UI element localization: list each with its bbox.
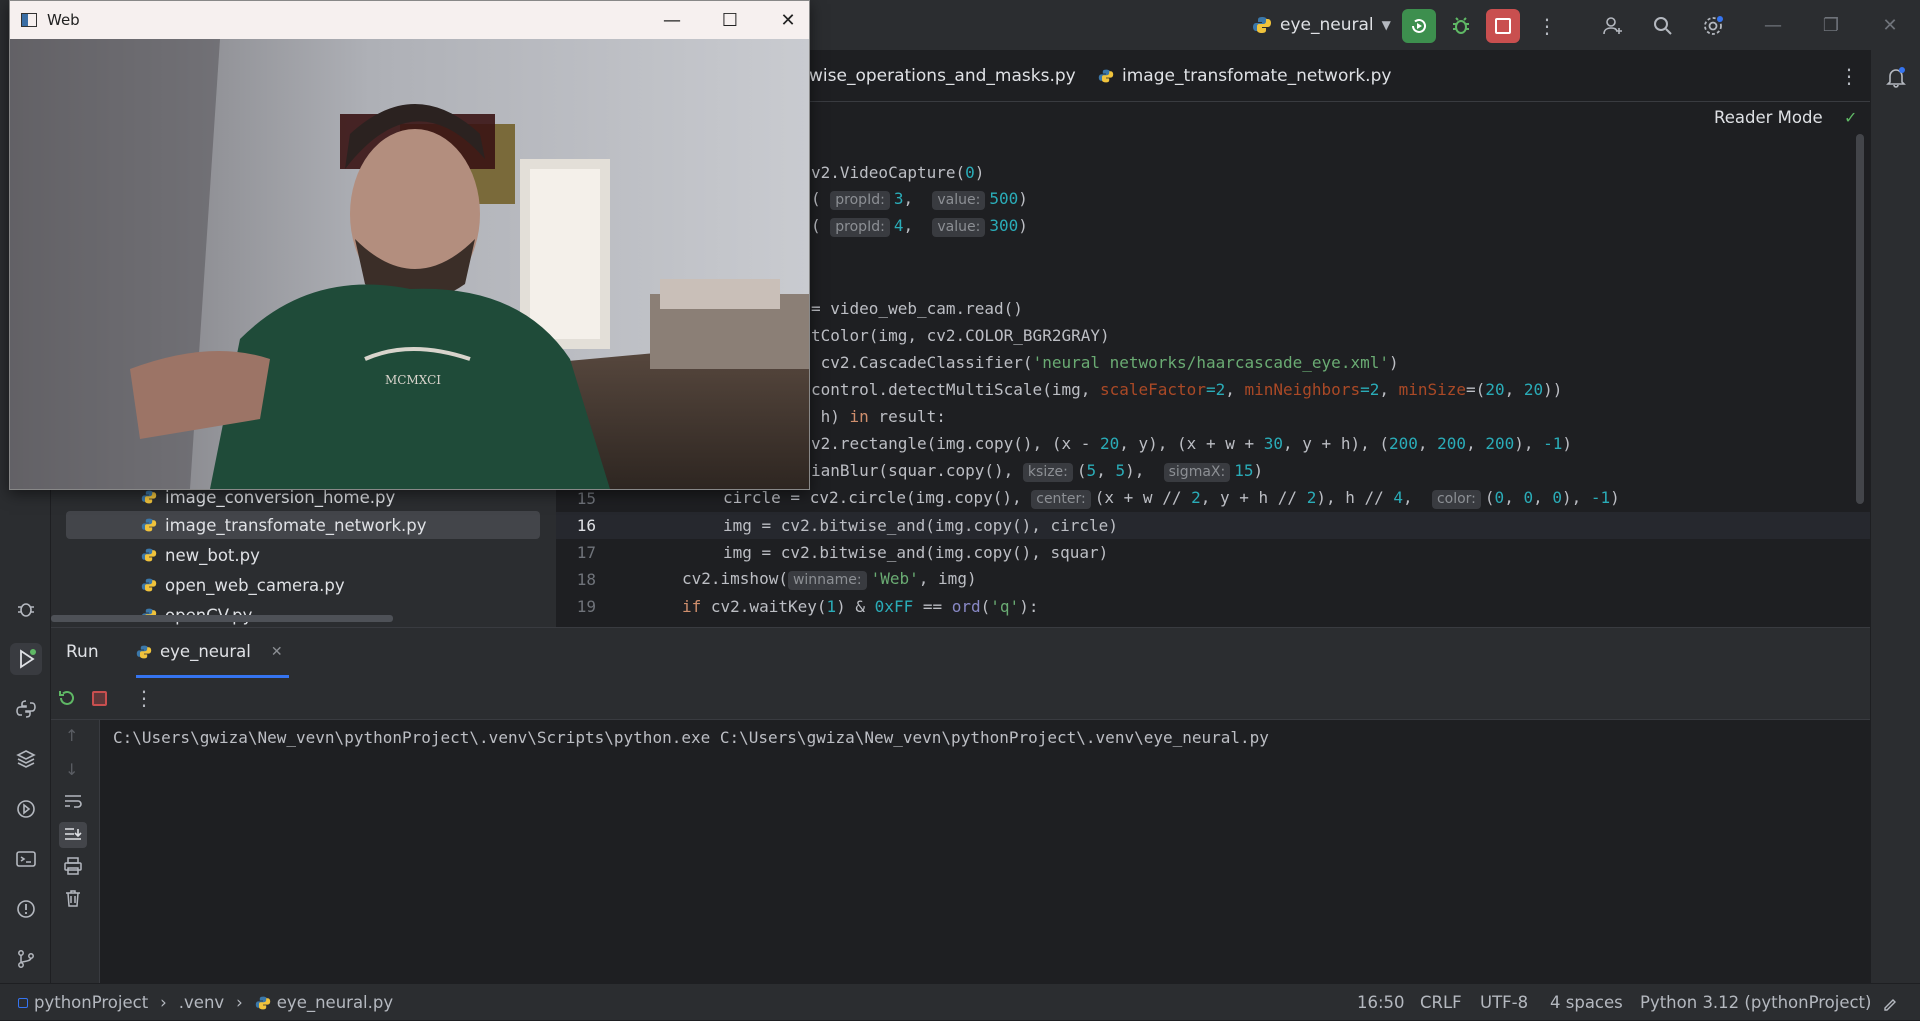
scroll-to-end-icon[interactable] (59, 822, 87, 848)
git-branch-icon[interactable] (10, 943, 42, 975)
stop-button[interactable] (1486, 9, 1520, 43)
debug-tool-icon[interactable] (10, 593, 42, 625)
tree-item-open-web-camera[interactable]: open_web_camera.py (66, 571, 540, 599)
run-panel-title: Run (66, 642, 99, 662)
chevron-right-icon: › (236, 993, 243, 1012)
check-icon: ✓ (1844, 108, 1858, 127)
tree-item-image-transfomate-network[interactable]: image_transfomate_network.py (66, 511, 540, 539)
problems-icon[interactable] (10, 893, 42, 925)
rerun-icon (1412, 18, 1426, 33)
minimize-icon[interactable]: — (643, 1, 701, 39)
breadcrumb-project[interactable]: pythonProject (34, 993, 148, 1012)
rerun-icon[interactable] (57, 688, 77, 712)
tab-label: image_transfomate_network.py (1122, 66, 1392, 86)
breadcrumb-file[interactable]: eye_neural.py (277, 993, 393, 1012)
run-config-label: eye_neural (1280, 15, 1374, 35)
caret-position[interactable]: 16:50 (1357, 984, 1405, 1021)
layers-icon[interactable] (10, 743, 42, 775)
code-line[interactable]: 18 cv2.imshow(winname: 'Web', img) (556, 566, 1870, 593)
services-icon[interactable] (10, 793, 42, 825)
breadcrumb-folder[interactable]: .venv (179, 993, 224, 1012)
code-line-current[interactable]: 16 img = cv2.bitwise_and(img.copy(), cir… (556, 512, 1870, 539)
module-icon (18, 997, 28, 1008)
svg-text:MCMXCI: MCMXCI (385, 373, 441, 387)
tabs-more-icon[interactable]: ⋮ (1839, 64, 1859, 88)
add-user-button[interactable] (1596, 9, 1630, 43)
python-icon (1253, 17, 1271, 33)
window-app-icon (21, 13, 37, 27)
chevron-down-icon: ▼ (1381, 18, 1391, 32)
close-tab-icon[interactable]: ✕ (271, 644, 283, 660)
bug-icon (1453, 17, 1469, 34)
webcam-image: MCMXCI (10, 39, 809, 489)
scroll-down-icon[interactable]: ↓ (65, 760, 78, 779)
search-button[interactable] (1646, 9, 1680, 43)
run-tab-eye-neural[interactable]: eye_neural ✕ (136, 628, 289, 678)
horizontal-scrollbar[interactable] (51, 615, 393, 622)
tree-item-label: image_transfomate_network.py (165, 515, 427, 535)
trash-icon[interactable] (63, 888, 83, 912)
soft-wrap-icon[interactable] (63, 792, 83, 814)
more-actions-icon[interactable]: ⋮ (1530, 9, 1564, 43)
webcam-window-titlebar[interactable]: Web — ☐ ✕ (10, 1, 809, 39)
python-file-icon (141, 578, 157, 592)
print-icon[interactable] (63, 856, 83, 880)
status-bar: pythonProject › .venv › eye_neural.py 16… (0, 983, 1920, 1020)
python-file-icon (141, 548, 157, 562)
stop-icon (1495, 18, 1511, 34)
gear-icon (1704, 16, 1723, 35)
debug-button[interactable] (1444, 9, 1478, 43)
run-side-toolbar: ↑ ↓ (51, 720, 100, 984)
python-file-icon (136, 645, 152, 658)
maximize-icon[interactable]: ☐ (701, 1, 759, 39)
indent-setting[interactable]: 4 spaces (1550, 984, 1623, 1021)
close-icon[interactable]: ✕ (1875, 12, 1905, 38)
tree-item-label: image_conversion_home.py (165, 487, 396, 507)
rerun-button[interactable] (1402, 9, 1436, 43)
run-tool-icon[interactable] (10, 643, 42, 675)
run-tool-window: Run eye_neural ✕ ⋮ ↑ ↓ C:\Users\gwiza\Ne… (51, 627, 1870, 984)
restore-icon[interactable]: ❐ (1816, 12, 1846, 38)
code-line[interactable]: 19 if cv2.waitKey(1) & 0xFF == ord('q'): (556, 593, 1870, 620)
console-output[interactable]: C:\Users\gwiza\New_vevn\pythonProject\.v… (113, 728, 1269, 747)
chevron-right-icon: › (160, 993, 167, 1012)
webcam-frame: MCMXCI (10, 39, 809, 489)
tab-label: wise_operations_and_masks.py (809, 66, 1076, 86)
python-file-icon (141, 518, 157, 532)
python-file-icon (1098, 69, 1114, 83)
tree-item-label: open_web_camera.py (165, 575, 345, 595)
webcam-window[interactable]: Web — ☐ ✕ MCMXCI (9, 0, 810, 490)
run-toolbar: ⋮ (51, 678, 1870, 720)
webcam-window-title: Web (47, 11, 80, 29)
notifications-icon[interactable] (1880, 61, 1912, 93)
python-console-icon[interactable] (10, 693, 42, 725)
lock-icon[interactable] (1882, 984, 1898, 1021)
scroll-up-icon[interactable]: ↑ (65, 726, 78, 745)
python-interpreter[interactable]: Python 3.12 (pythonProject) (1640, 984, 1871, 1021)
breadcrumb: pythonProject › .venv › eye_neural.py (18, 984, 393, 1021)
tab-bitwise-operations[interactable]: wise_operations_and_masks.py (809, 50, 1076, 102)
reader-mode-button[interactable]: Reader Mode (1714, 108, 1823, 127)
stop-icon[interactable] (92, 691, 107, 706)
minimize-icon[interactable]: — (1758, 12, 1788, 38)
close-icon[interactable]: ✕ (759, 1, 817, 39)
python-file-icon (255, 996, 270, 1009)
settings-button[interactable] (1696, 9, 1730, 43)
line-separator[interactable]: CRLF (1420, 984, 1462, 1021)
right-tool-strip (1870, 50, 1920, 983)
search-icon (1654, 17, 1672, 35)
run-config-selector[interactable]: eye_neural ▼ (1252, 10, 1391, 40)
file-encoding[interactable]: UTF-8 (1480, 984, 1528, 1021)
tree-item-label: new_bot.py (165, 545, 260, 565)
code-line[interactable]: 17 img = cv2.bitwise_and(img.copy(), squ… (556, 539, 1870, 566)
tree-item-new-bot[interactable]: new_bot.py (66, 541, 540, 569)
python-file-icon (141, 490, 157, 504)
run-header: Run eye_neural ✕ (51, 628, 1870, 678)
terminal-icon[interactable] (10, 843, 42, 875)
user-plus-icon (1603, 17, 1622, 35)
run-tab-label: eye_neural (160, 642, 251, 661)
tab-image-transfomate-network[interactable]: image_transfomate_network.py (1098, 50, 1391, 102)
more-options-icon[interactable]: ⋮ (134, 686, 154, 710)
